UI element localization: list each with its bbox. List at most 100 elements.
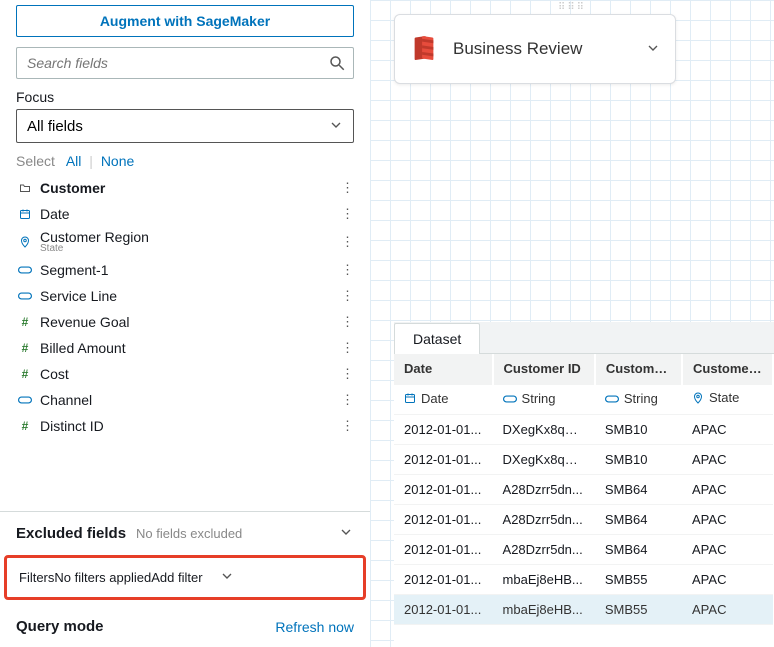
table-cell: 2012-01-01... — [394, 564, 493, 594]
date-icon — [16, 208, 34, 220]
augment-with-sagemaker-button[interactable]: Augment with SageMaker — [16, 5, 354, 37]
string-icon — [16, 395, 34, 405]
dataset-preview: Dataset DateCustomer IDCustomer …Custome… — [394, 322, 774, 647]
table-cell: SMB64 — [595, 534, 682, 564]
table-cell: APAC — [682, 564, 773, 594]
field-sublabel: State — [40, 244, 149, 254]
table-row[interactable]: 2012-01-01...mbaEj8eHB...SMB55APAC — [394, 564, 773, 594]
column-header[interactable]: Date — [394, 354, 493, 384]
chevron-down-icon[interactable] — [645, 40, 661, 59]
column-type: Date — [394, 384, 493, 414]
select-all-link[interactable]: All — [66, 153, 82, 169]
left-panel: Augment with SageMaker Focus All fields … — [0, 0, 370, 647]
field-label: Channel — [40, 392, 92, 408]
column-type: String — [595, 384, 682, 414]
dataset-card[interactable]: Business Review — [394, 14, 676, 84]
table-cell: SMB10 — [595, 414, 682, 444]
column-header[interactable]: Customer ID — [493, 354, 595, 384]
select-none-link[interactable]: None — [101, 153, 134, 169]
table-cell: mbaEj8eHB... — [493, 564, 595, 594]
field-select-controls: Select All | None — [16, 153, 354, 169]
column-header[interactable]: Customer … — [595, 354, 682, 384]
search-fields-input[interactable] — [16, 47, 354, 79]
number-icon: # — [16, 315, 34, 329]
field-list: Customer⋮Date⋮Customer RegionState⋮Segme… — [16, 175, 364, 439]
string-icon — [605, 392, 619, 407]
string-icon — [503, 392, 517, 407]
column-type: String — [493, 384, 595, 414]
field-label: Date — [40, 206, 70, 222]
table-cell: SMB64 — [595, 474, 682, 504]
field-label: Distinct ID — [40, 418, 104, 434]
field-label: Revenue Goal — [40, 314, 130, 330]
table-cell: 2012-01-01... — [394, 534, 493, 564]
table-cell: SMB55 — [595, 594, 682, 624]
date-icon — [404, 392, 416, 407]
table-cell: APAC — [682, 414, 773, 444]
table-row[interactable]: 2012-01-01...A28Dzrr5dn...SMB64APAC — [394, 504, 773, 534]
tab-dataset[interactable]: Dataset — [394, 323, 480, 354]
table-cell: A28Dzrr5dn... — [493, 534, 595, 564]
chevron-down-icon — [219, 568, 235, 587]
field-label: Cost — [40, 366, 69, 382]
dataset-card-title: Business Review — [453, 39, 582, 59]
refresh-now-link[interactable]: Refresh now — [275, 619, 354, 635]
table-cell: APAC — [682, 534, 773, 564]
string-icon — [16, 265, 34, 275]
query-mode-section[interactable]: Query mode Refresh now — [0, 606, 370, 647]
field-customer-region[interactable]: Customer RegionState⋮ — [16, 227, 364, 257]
table-cell: 2012-01-01... — [394, 414, 493, 444]
field-segment-1[interactable]: Segment-1⋮ — [16, 257, 364, 283]
table-cell: APAC — [682, 504, 773, 534]
field-billed-amount[interactable]: #Billed Amount⋮ — [16, 335, 364, 361]
field-distinct-id[interactable]: #Distinct ID⋮ — [16, 413, 364, 439]
field-label: Customer Region — [40, 230, 149, 244]
field-date[interactable]: Date⋮ — [16, 201, 364, 227]
filters-section[interactable]: Filters No filters applied Add filter — [4, 555, 366, 600]
drag-handle-icon[interactable]: ⠿⠿⠿ — [558, 2, 586, 13]
right-panel: ⠿⠿⠿ Business Review Dataset DateCustomer… — [370, 0, 774, 647]
field-label: Service Line — [40, 288, 117, 304]
table-cell: SMB64 — [595, 504, 682, 534]
folder-icon — [16, 182, 34, 194]
table-cell: mbaEj8eHB... — [493, 594, 595, 624]
string-icon — [16, 291, 34, 301]
table-cell: APAC — [682, 444, 773, 474]
geo-icon — [16, 235, 34, 249]
table-cell: 2012-01-01... — [394, 444, 493, 474]
table-cell: A28Dzrr5dn... — [493, 504, 595, 534]
table-cell: 2012-01-01... — [394, 594, 493, 624]
column-type: State — [682, 384, 773, 414]
table-cell: DXegKx8qH... — [493, 414, 595, 444]
field-service-line[interactable]: Service Line⋮ — [16, 283, 364, 309]
table-row[interactable]: 2012-01-01...A28Dzrr5dn...SMB64APAC — [394, 534, 773, 564]
table-cell: 2012-01-01... — [394, 474, 493, 504]
number-icon: # — [16, 419, 34, 433]
field-cost[interactable]: #Cost⋮ — [16, 361, 364, 387]
number-icon: # — [16, 367, 34, 381]
database-icon — [409, 34, 439, 64]
table-row[interactable]: 2012-01-01...DXegKx8qH...SMB10APAC — [394, 414, 773, 444]
preview-table: DateCustomer IDCustomer …Customer .. Dat… — [394, 354, 774, 625]
excluded-fields-section[interactable]: Excluded fields No fields excluded — [0, 511, 370, 555]
field-revenue-goal[interactable]: #Revenue Goal⋮ — [16, 309, 364, 335]
focus-select[interactable]: All fields — [16, 109, 354, 143]
field-label: Segment-1 — [40, 262, 108, 278]
field-label: Customer — [40, 180, 105, 196]
table-cell: APAC — [682, 594, 773, 624]
table-cell: 2012-01-01... — [394, 504, 493, 534]
table-cell: DXegKx8qH... — [493, 444, 595, 474]
table-cell: SMB55 — [595, 564, 682, 594]
field-channel[interactable]: Channel⋮ — [16, 387, 364, 413]
table-row[interactable]: 2012-01-01...DXegKx8qH...SMB10APAC — [394, 444, 773, 474]
field-customer[interactable]: Customer⋮ — [16, 175, 364, 201]
table-cell: APAC — [682, 474, 773, 504]
table-row[interactable]: 2012-01-01...A28Dzrr5dn...SMB64APAC — [394, 474, 773, 504]
add-filter-link[interactable]: Add filter — [151, 570, 202, 585]
field-label: Billed Amount — [40, 340, 126, 356]
table-cell: A28Dzrr5dn... — [493, 474, 595, 504]
column-header[interactable]: Customer .. — [682, 354, 773, 384]
table-cell: SMB10 — [595, 444, 682, 474]
table-row[interactable]: 2012-01-01...mbaEj8eHB...SMB55APAC — [394, 594, 773, 624]
number-icon: # — [16, 341, 34, 355]
